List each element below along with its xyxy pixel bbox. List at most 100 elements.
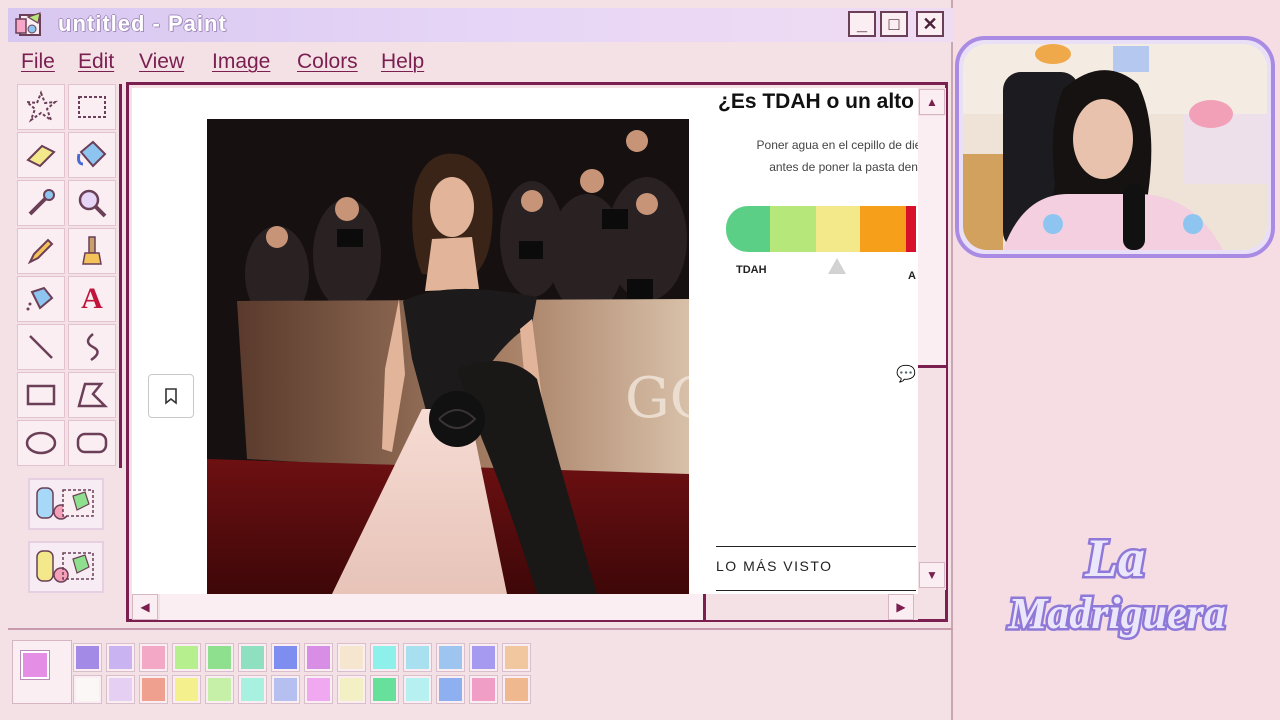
tool-brush[interactable] [68,228,116,274]
paint-window: untitled - Paint _ □ ✕ File Edit View Im… [0,0,953,720]
tool-line[interactable] [17,324,65,370]
color-swatch[interactable] [436,675,465,704]
transparent-option[interactable] [28,541,104,593]
color-swatch[interactable] [106,643,135,672]
menu-help[interactable]: Help [381,50,424,74]
color-swatch[interactable] [469,643,498,672]
webcam-video [963,44,1267,250]
line-icon [29,335,53,359]
menu-colors[interactable]: Colors [297,50,358,74]
maximize-button[interactable]: □ [880,11,908,37]
bookmark-icon [165,388,177,405]
color-swatch[interactable] [304,643,333,672]
tool-eraser[interactable] [17,132,65,178]
title-bar[interactable]: untitled - Paint _ □ ✕ [8,8,953,42]
canvas[interactable]: GO ¿Es TDAH o un alto Poner agua en el c… [132,88,918,594]
color-swatch[interactable] [139,675,168,704]
color-swatch[interactable] [403,675,432,704]
minimize-button[interactable]: _ [848,11,876,37]
arrow-up-icon: ▲ [926,95,938,109]
color-swatch[interactable] [139,643,168,672]
color-swatch[interactable] [271,675,300,704]
la-madriguera-logo: La Madriguera [1005,526,1229,641]
color-swatch[interactable] [469,675,498,704]
tool-rectangle[interactable] [17,372,65,418]
transparent-shapes-icon [36,550,94,583]
color-swatch[interactable] [436,643,465,672]
tool-color-picker[interactable] [17,180,65,226]
backdrop-text: GO [625,366,689,431]
streamer-photo [963,44,1267,250]
most-seen-heading: LO MÁS VISTO [716,558,833,574]
meter-high-label: A [908,270,916,282]
close-button[interactable]: ✕ [916,11,944,37]
color-swatch[interactable] [502,675,531,704]
svg-text:Madriguera: Madriguera [1007,589,1226,638]
magnifier-icon [78,189,107,218]
tool-free-form-select[interactable] [17,84,65,130]
menu-edit[interactable]: Edit [78,50,114,74]
tool-pencil[interactable] [17,228,65,274]
tool-ellipse[interactable] [17,420,65,466]
color-swatch[interactable] [271,643,300,672]
color-swatch[interactable] [238,675,267,704]
text-icon: A [81,282,103,315]
rect-select-icon [78,96,106,118]
meter-segment-5 [906,206,916,252]
color-swatch[interactable] [337,675,366,704]
color-swatch[interactable] [337,643,366,672]
meter-low-label: TDAH [736,264,767,276]
polygon-icon [77,382,109,408]
color-swatch[interactable] [106,675,135,704]
color-swatch[interactable] [370,643,399,672]
window-title: untitled - Paint [58,11,227,36]
vertical-scroll-thumb[interactable] [918,116,946,368]
menu-file[interactable]: File [21,50,55,74]
red-carpet-photo: GO [207,119,689,594]
scroll-up-button[interactable]: ▲ [919,89,945,115]
tool-airbrush[interactable] [17,276,65,322]
menu-image[interactable]: Image [212,50,270,74]
color-swatch[interactable] [172,675,201,704]
scroll-down-button[interactable]: ▼ [919,562,945,588]
tool-text[interactable]: A [68,276,116,322]
color-swatch[interactable] [238,643,267,672]
tdah-meter [726,206,916,252]
color-swatch[interactable] [172,643,201,672]
tool-polygon[interactable] [68,372,116,418]
color-swatch[interactable] [205,643,234,672]
tool-magnifier[interactable] [68,180,116,226]
arrow-right-icon: ▶ [896,600,906,614]
arrow-down-icon: ▼ [926,568,938,582]
tool-curve[interactable] [68,324,116,370]
color-swatch[interactable] [73,675,102,704]
rectangle-icon [26,384,56,406]
foreground-color[interactable] [21,651,49,679]
color-swatch[interactable] [403,643,432,672]
pencil-icon [27,238,54,265]
scroll-right-button[interactable]: ▶ [888,594,914,620]
tool-rounded-rect[interactable] [68,420,116,466]
color-swatch[interactable] [73,643,102,672]
comment-bubble-icon[interactable]: 💬 [896,364,916,384]
menu-view[interactable]: View [139,50,184,74]
horizontal-scroll-thumb[interactable] [160,594,706,620]
divider [716,546,916,547]
current-colors[interactable] [12,640,72,704]
color-swatch[interactable] [502,643,531,672]
tool-fill[interactable] [68,132,116,178]
webcam-frame [955,36,1275,258]
article-title: ¿Es TDAH o un alto [718,90,914,113]
divider [716,590,916,591]
color-swatch[interactable] [205,675,234,704]
curve-icon [86,333,99,362]
scroll-left-button[interactable]: ◀ [132,594,158,620]
color-swatch[interactable] [304,675,333,704]
article-photo: GO [207,119,689,594]
brush-icon [82,236,102,265]
tool-rect-select[interactable] [68,84,116,130]
opaque-option[interactable] [28,478,104,530]
bookmark-button[interactable] [148,374,194,418]
color-swatch[interactable] [370,675,399,704]
rounded-rect-icon [76,432,108,454]
